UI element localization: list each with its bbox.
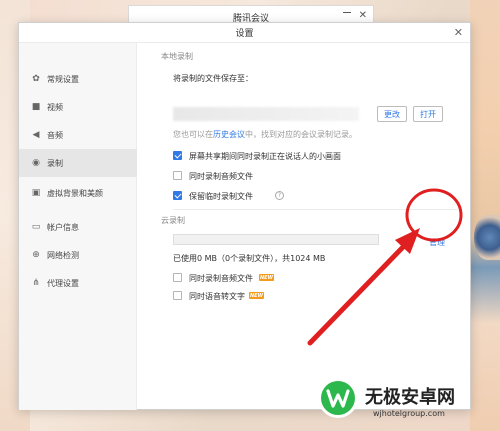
help-icon[interactable]: ? (275, 191, 284, 200)
close-icon[interactable]: ✕ (454, 26, 463, 39)
sidebar-item-video[interactable]: ■ 视频 (19, 93, 137, 121)
wallpaper-eye (474, 215, 500, 260)
speaker-icon: ◀ (32, 130, 40, 140)
new-badge: NEW (249, 292, 264, 299)
watermark-logo-icon (321, 381, 355, 415)
save-path-field (173, 107, 359, 121)
sidebar-item-label: 虚拟背景和美颜 (47, 188, 103, 198)
hint-prefix: 您也可以在 (173, 130, 213, 139)
speech-to-text-label: 同时语音转文字 (189, 292, 245, 301)
manage-button[interactable]: 管理 (429, 237, 445, 248)
history-hint: 您也可以在历史会议中，找到对应的会议录制记录。 (173, 129, 357, 140)
recording-settings-panel: 本地录制 将录制的文件保存至： 更改 打开 您也可以在历史会议中，找到对应的会议… (137, 43, 472, 410)
keep-temp-files-label: 保留临时录制文件 (189, 192, 253, 201)
network-icon: ⊕ (32, 250, 40, 260)
cloud-usage-text: 已使用0 MB（0个录制文件），共1024 MB (173, 254, 326, 263)
save-location-label: 将录制的文件保存至： (173, 74, 253, 83)
close-icon[interactable]: ✕ (359, 10, 367, 21)
sidebar-item-label: 网络检测 (47, 250, 79, 260)
watermark-url: wjhotelgroup.com (373, 409, 445, 418)
minimize-icon[interactable] (343, 12, 351, 13)
cloud-record-audio-checkbox[interactable] (173, 273, 182, 282)
sidebar-item-label: 代理设置 (47, 278, 79, 288)
record-speaker-label: 屏幕共享期间同时录制正在说话人的小画面 (189, 152, 341, 161)
sidebar-item-label: 音频 (47, 130, 63, 140)
dialog-title: 设置 (235, 29, 254, 39)
new-badge: NEW (259, 274, 274, 281)
sidebar-item-network[interactable]: ⊕ 网络检测 (19, 241, 137, 269)
sidebar-item-virtual-background[interactable]: ▣ 虚拟背景和美颜 (19, 179, 137, 207)
record-icon: ◉ (32, 158, 40, 168)
video-icon: ■ (31, 102, 41, 112)
record-audio-file-label: 同时录制音频文件 (189, 172, 253, 181)
sidebar-item-label: 录制 (47, 158, 63, 168)
cloud-storage-bar (173, 234, 379, 245)
local-recording-heading: 本地录制 (161, 52, 193, 61)
watermark-logo (318, 378, 358, 418)
sidebar-item-label: 常规设置 (47, 74, 79, 84)
sidebar-item-account[interactable]: ▭ 帐户信息 (19, 213, 137, 241)
keep-temp-files-checkbox[interactable] (173, 191, 182, 200)
sidebar-item-label: 帐户信息 (47, 222, 79, 232)
speech-to-text-checkbox[interactable] (173, 291, 182, 300)
gear-icon: ✿ (32, 74, 40, 84)
proxy-icon: ⋔ (32, 278, 40, 288)
section-divider (173, 209, 458, 210)
account-icon: ▭ (31, 222, 41, 232)
sidebar-item-recording[interactable]: ◉ 录制 (19, 149, 137, 177)
cloud-recording-heading: 云录制 (161, 216, 185, 225)
change-button[interactable]: 更改 (377, 106, 407, 122)
sidebar-item-audio[interactable]: ◀ 音频 (19, 121, 137, 149)
portrait-icon: ▣ (31, 188, 41, 198)
sidebar-item-general[interactable]: ✿ 常规设置 (19, 65, 137, 93)
record-audio-file-checkbox[interactable] (173, 171, 182, 180)
dialog-title-bar: 设置 ✕ (19, 23, 470, 43)
history-meetings-link[interactable]: 历史会议 (213, 130, 245, 139)
sidebar-item-proxy[interactable]: ⋔ 代理设置 (19, 269, 137, 297)
cloud-record-audio-label: 同时录制音频文件 (189, 274, 253, 283)
open-button[interactable]: 打开 (413, 106, 443, 122)
record-speaker-checkbox[interactable] (173, 151, 182, 160)
hint-suffix: 中，找到对应的会议录制记录。 (245, 130, 357, 139)
watermark-title: 无极安卓网 (365, 387, 455, 408)
settings-sidebar: ✿ 常规设置 ■ 视频 ◀ 音频 ◉ 录制 ▣ 虚拟背景和美颜 ▭ 帐户信息 ⊕… (19, 43, 137, 410)
settings-dialog: 设置 ✕ ✿ 常规设置 ■ 视频 ◀ 音频 ◉ 录制 ▣ 虚拟背景和美颜 ▭ 帐… (18, 22, 471, 410)
sidebar-item-label: 视频 (47, 102, 63, 112)
